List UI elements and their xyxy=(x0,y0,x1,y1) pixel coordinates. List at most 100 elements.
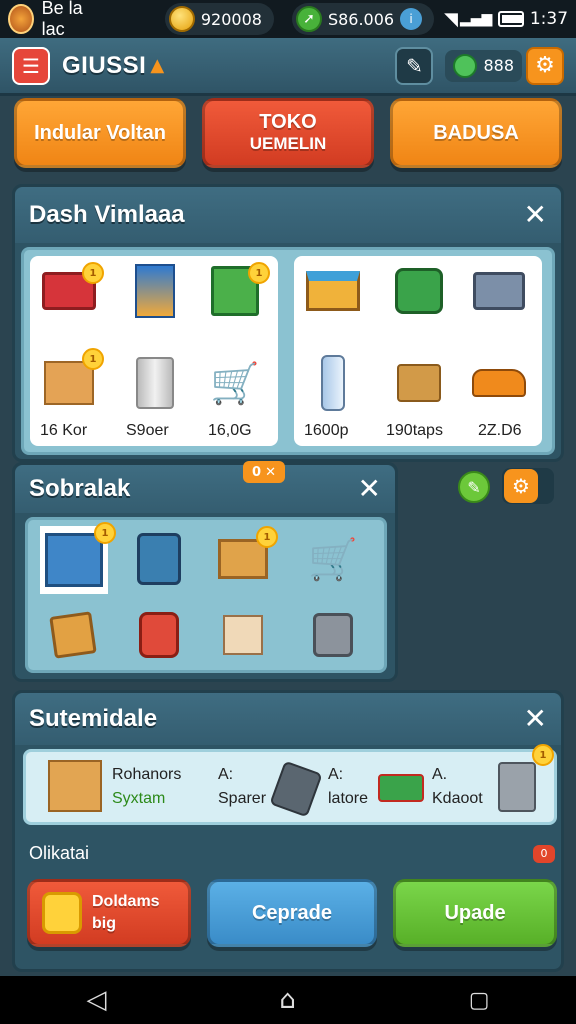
bottle-icon[interactable] xyxy=(304,354,362,412)
cash-value: S86.006 xyxy=(327,9,395,29)
upade-button[interactable]: Upade xyxy=(393,879,557,947)
app-label: Be la lac xyxy=(41,0,83,39)
storefront-icon[interactable]: 1 xyxy=(40,522,116,594)
section-label: Olikatai xyxy=(29,843,90,863)
dash-right-label-2: 190taps xyxy=(386,422,443,439)
dash-card-left[interactable]: 1 1 1 🛒 16 Kor S9oer 16,0G xyxy=(30,256,278,446)
badusa-button[interactable]: BADUSA xyxy=(390,98,562,168)
page-title: GIUSSI xyxy=(62,51,147,79)
dash-panel-header: Dash Vimlaaa ✕ xyxy=(15,187,561,243)
coin-value: 920008 xyxy=(200,9,262,29)
dash-left-label-3: 16,0G xyxy=(208,422,252,439)
phone-icon[interactable] xyxy=(269,760,323,818)
menu-button[interactable]: ☰ xyxy=(12,46,50,85)
warning-icon: ▲ xyxy=(150,55,165,76)
gear-icon: ⚙ xyxy=(535,53,555,78)
cooler-icon[interactable] xyxy=(390,262,448,320)
machine-icon[interactable] xyxy=(498,762,536,812)
wifi-icon: ◥ xyxy=(444,8,458,30)
doldams-button[interactable]: Doldams big xyxy=(27,879,191,947)
cash-counter[interactable]: ➚ S86.006 i xyxy=(291,3,435,35)
row-sub-2: Sparer xyxy=(218,790,267,807)
gem-counter[interactable]: 888 xyxy=(445,49,522,82)
edit-button[interactable]: ✎ xyxy=(395,46,434,85)
row-name-1: Rohanors xyxy=(112,766,182,783)
box-icon[interactable] xyxy=(48,760,102,812)
status-bar: Be la lac 920008 ➚ S86.006 i ◥ ▂▄▆ 1:37 xyxy=(0,0,576,39)
info-icon: i xyxy=(400,8,423,30)
battery-icon xyxy=(498,11,524,27)
coin-counter[interactable]: 920008 xyxy=(164,3,274,35)
recents-icon[interactable]: ▢ xyxy=(469,988,490,1013)
row-sub-1: Syxtam xyxy=(112,790,166,807)
bag-icon[interactable] xyxy=(390,354,448,412)
doldams-label-2: big xyxy=(92,915,116,932)
toko-label-1: TOKO xyxy=(259,111,317,133)
list-icon: ☰ xyxy=(22,53,40,78)
sobralak-close-icon[interactable]: ✕ xyxy=(358,475,381,503)
app-avatar-icon xyxy=(8,4,34,34)
bin-icon[interactable] xyxy=(470,262,528,320)
pencil-small-icon: ✎ xyxy=(467,477,481,497)
signal-icon: ▂▄▆ xyxy=(459,11,493,27)
ceprade-button[interactable]: Ceprade xyxy=(207,879,377,947)
doldams-label-1: Doldams xyxy=(92,893,160,910)
package-icon[interactable] xyxy=(214,606,272,664)
shelf-icon[interactable]: 1 xyxy=(206,262,270,320)
wallet-icon[interactable] xyxy=(44,606,102,664)
coin-bag-icon[interactable] xyxy=(130,606,188,664)
sobralak-panel: Sobralak ✕ 0 ✕ 1 1 🛒 xyxy=(12,461,398,682)
row-name-3: A: xyxy=(328,766,344,783)
row-sub-3: latore xyxy=(328,790,369,807)
sutem-panel: Sutemidale ✕ Rohanors Syxtam A: Sparer A… xyxy=(12,690,564,972)
dash-right-label-1: 1600p xyxy=(304,422,349,439)
indular-button[interactable]: Indular Voltan xyxy=(14,98,186,168)
gem-shield-icon xyxy=(42,892,82,934)
dash-panel: Dash Vimlaaa ✕ 1 1 1 🛒 16 Kor S9oer 16,0… xyxy=(12,184,564,462)
cardboard-box-icon[interactable]: 1 xyxy=(40,348,104,412)
system-nav-bar: ◁ ⌂ ▢ xyxy=(0,976,576,1024)
dash-tray: 1 1 1 🛒 16 Kor S9oer 16,0G 1600p 190taps… xyxy=(21,247,555,455)
back-icon[interactable]: ◁ xyxy=(86,985,106,1015)
sutem-panel-header: Sutemidale ✕ xyxy=(15,693,561,745)
gem-value: 888 xyxy=(483,56,514,75)
dash-close-icon[interactable]: ✕ xyxy=(524,201,547,229)
vending-icon[interactable] xyxy=(130,530,188,588)
dash-panel-title: Dash Vimlaaa xyxy=(29,201,185,228)
row-name-4: A. xyxy=(432,766,448,783)
home-icon[interactable]: ⌂ xyxy=(279,985,296,1015)
sutem-close-icon[interactable]: ✕ xyxy=(524,705,547,733)
leaf-icon: ➚ xyxy=(295,6,322,32)
dash-card-right[interactable]: 1600p 190taps 2Z.D6 xyxy=(294,256,542,446)
register-icon[interactable] xyxy=(304,606,362,664)
row-sub-4: Kdaoot xyxy=(432,790,483,807)
settings-button[interactable]: ⚙ xyxy=(526,46,564,85)
side-edit-button[interactable]: ✎ xyxy=(458,471,490,503)
sutem-panel-title: Sutemidale xyxy=(29,705,158,732)
shopping-cart-icon[interactable]: 🛒 xyxy=(304,530,362,588)
toko-label-2: UEMELIN xyxy=(249,134,327,153)
sobralak-tab-badge[interactable]: 0 ✕ xyxy=(243,461,285,483)
pencil-icon: ✎ xyxy=(406,53,423,78)
car-icon[interactable] xyxy=(470,354,528,412)
cart-icon[interactable]: 🛒 xyxy=(206,354,264,412)
basket-icon[interactable]: 1 xyxy=(40,262,104,320)
clock: 1:37 xyxy=(529,9,569,29)
row-badge: 1 xyxy=(532,744,554,766)
dash-right-label-3: 2Z.D6 xyxy=(478,422,522,439)
side-settings-button[interactable]: ⚙ xyxy=(502,468,554,504)
can-icon[interactable] xyxy=(126,354,184,412)
upade-label: Upade xyxy=(444,902,506,924)
indular-label: Indular Voltan xyxy=(34,122,166,144)
sutem-row: Rohanors Syxtam A: Sparer A: latore A. K… xyxy=(23,744,557,825)
store-icon[interactable] xyxy=(304,262,362,320)
ceprade-label: Ceprade xyxy=(251,902,333,924)
battery-pack-icon[interactable] xyxy=(378,774,424,802)
sobralak-tray: 1 1 🛒 xyxy=(25,517,387,673)
badusa-label: BADUSA xyxy=(433,122,519,144)
section-count-badge: 0 xyxy=(533,845,555,863)
crate-icon[interactable]: 1 xyxy=(214,526,278,588)
cereal-box-icon[interactable] xyxy=(126,262,184,320)
toko-button[interactable]: TOKO UEMELIN xyxy=(202,98,374,168)
dash-left-label-2: S9oer xyxy=(126,422,169,439)
